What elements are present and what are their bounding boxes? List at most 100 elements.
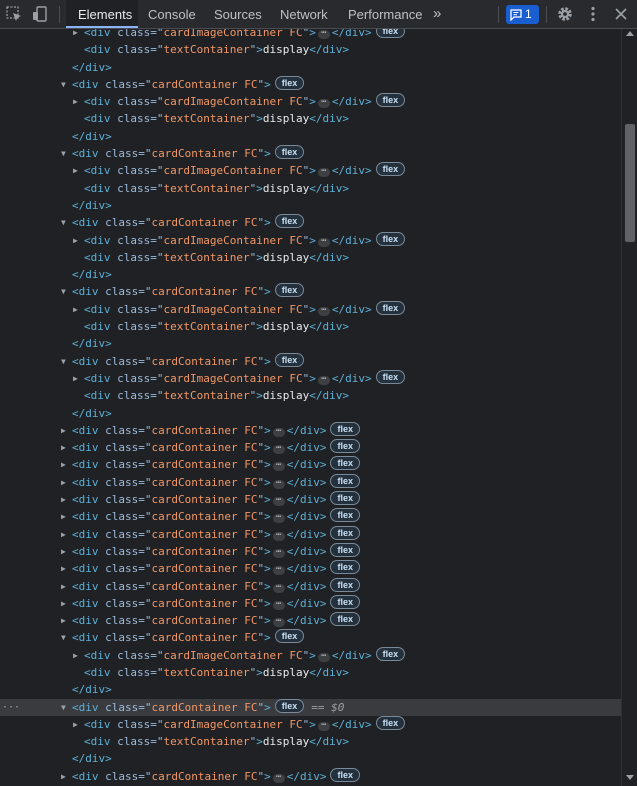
tab-elements[interactable]: Elements — [66, 0, 138, 28]
expand-arrow-icon[interactable]: ▶ — [73, 162, 84, 179]
tab-network[interactable]: Network — [280, 0, 328, 28]
flex-badge[interactable]: flex — [330, 525, 360, 540]
expand-arrow-icon[interactable]: ▶ — [61, 439, 72, 456]
flex-badge[interactable]: flex — [330, 439, 360, 454]
card-image-node-row[interactable]: ▶ <div class="cardImageContainer FC"> ⋯ </d… — [0, 646, 621, 664]
expand-arrow-icon[interactable]: ▶ — [61, 422, 72, 439]
collapsed-children-ellipsis[interactable]: ⋯ — [317, 98, 330, 109]
collapsed-children-ellipsis[interactable]: ⋯ — [272, 444, 285, 455]
collapsed-children-ellipsis[interactable]: ⋯ — [272, 426, 285, 437]
text-container-node-row[interactable]: <div class="textContainer">display</div> — [0, 41, 621, 58]
card-container-node-row[interactable]: ▶ <div class="cardContainer FC"> ⋯ </div> fl… — [0, 767, 621, 785]
collapse-arrow-icon[interactable]: ▼ — [61, 629, 72, 646]
card-container-node-row[interactable]: ▶ <div class="cardContainer FC"> ⋯ </div> fl… — [0, 577, 621, 595]
card-container-node-row[interactable]: ▼ <div class="cardContainer FC"> flex — [0, 145, 621, 162]
card-container-node-row[interactable]: ▼ <div class="cardContainer FC"> flex — [0, 283, 621, 300]
expand-arrow-icon[interactable]: ▶ — [73, 29, 84, 41]
collapsed-children-ellipsis[interactable]: ⋯ — [272, 513, 285, 524]
flex-badge[interactable]: flex — [375, 231, 406, 246]
flex-badge[interactable]: flex — [330, 491, 360, 506]
card-image-node-row[interactable]: ▶ <div class="cardImageContainer FC"> ⋯ </d… — [0, 93, 621, 110]
collapsed-children-ellipsis[interactable]: ⋯ — [272, 530, 285, 541]
collapsed-children-ellipsis[interactable]: ⋯ — [272, 547, 285, 558]
flex-badge[interactable]: flex — [330, 508, 360, 523]
expand-arrow-icon[interactable]: ▶ — [61, 474, 72, 491]
scrollbar-thumb[interactable] — [625, 124, 635, 242]
text-container-node-row[interactable]: <div class="textContainer">display</div> — [0, 387, 621, 404]
card-container-node-row[interactable]: ▶ <div class="cardContainer FC"> ⋯ </div> fl… — [0, 525, 621, 543]
card-container-node-row[interactable]: ▼ <div class="cardContainer FC"> flex — [0, 352, 621, 370]
flex-badge[interactable]: flex — [330, 542, 360, 557]
flex-badge[interactable]: flex — [330, 577, 360, 592]
collapse-arrow-icon[interactable]: ▼ — [61, 353, 72, 370]
card-container-node-row[interactable]: ▶ <div class="cardContainer FC"> ⋯ </div> fl… — [0, 473, 621, 491]
card-container-node-row[interactable]: ▼ <div class="cardContainer FC"> flex — [0, 75, 621, 93]
flex-badge[interactable]: flex — [274, 145, 305, 160]
issues-badge-button[interactable]: 1 — [506, 5, 539, 24]
flex-badge[interactable]: flex — [274, 214, 305, 229]
flex-badge[interactable]: flex — [330, 594, 360, 609]
kebab-menu-icon[interactable] — [584, 5, 602, 23]
card-container-node-row[interactable]: ▶ <div class="cardContainer FC"> ⋯ </div> fl… — [0, 594, 621, 612]
expand-arrow-icon[interactable]: ▶ — [61, 456, 72, 473]
device-toolbar-icon[interactable] — [31, 5, 49, 23]
closing-tag-row[interactable]: </div> — [0, 681, 621, 698]
collapsed-children-ellipsis[interactable]: ⋯ — [317, 305, 330, 316]
collapse-arrow-icon[interactable]: ▼ — [61, 145, 72, 162]
collapsed-children-ellipsis[interactable]: ⋯ — [272, 496, 285, 507]
closing-tag-row[interactable]: </div> — [0, 197, 621, 214]
expand-arrow-icon[interactable]: ▶ — [61, 508, 72, 525]
text-container-node-row[interactable]: <div class="textContainer">display</div> — [0, 664, 621, 681]
card-image-node-row[interactable]: ▶ <div class="cardImageContainer FC"> ⋯ </d… — [0, 715, 621, 733]
collapse-arrow-icon[interactable]: ▼ — [61, 699, 72, 716]
expand-arrow-icon[interactable]: ▶ — [73, 232, 84, 249]
closing-tag-row[interactable]: </div> — [0, 750, 621, 767]
collapsed-children-ellipsis[interactable]: ⋯ — [317, 720, 330, 731]
flex-badge[interactable]: flex — [330, 456, 360, 471]
closing-tag-row[interactable]: </div> — [0, 335, 621, 352]
card-container-node-row[interactable]: ▼ <div class="cardContainer FC"> flex — [0, 214, 621, 231]
scroll-down-arrow-icon[interactable] — [626, 775, 634, 780]
closing-tag-row[interactable]: </div> — [0, 266, 621, 283]
closing-tag-row[interactable]: </div> — [0, 405, 621, 422]
flex-badge[interactable]: flex — [375, 715, 406, 730]
flex-badge[interactable]: flex — [330, 612, 360, 627]
collapsed-children-ellipsis[interactable]: ⋯ — [272, 582, 285, 593]
flex-badge[interactable]: flex — [330, 473, 360, 488]
collapse-arrow-icon[interactable]: ▼ — [61, 214, 72, 231]
text-container-node-row[interactable]: <div class="textContainer">display</div> — [0, 249, 621, 266]
expand-arrow-icon[interactable]: ▶ — [73, 716, 84, 733]
expand-arrow-icon[interactable]: ▶ — [73, 647, 84, 664]
collapsed-children-ellipsis[interactable]: ⋯ — [272, 599, 285, 610]
close-icon[interactable] — [612, 5, 630, 23]
flex-badge[interactable]: flex — [330, 560, 360, 575]
tab-sources[interactable]: Sources — [214, 0, 262, 28]
card-image-node-row[interactable]: ▶ <div class="cardImageContainer FC"> ⋯ </d… — [0, 231, 621, 249]
more-tabs-button[interactable]: » — [433, 0, 441, 28]
collapsed-children-ellipsis[interactable]: ⋯ — [317, 374, 330, 385]
collapsed-children-ellipsis[interactable]: ⋯ — [317, 651, 330, 662]
collapsed-children-ellipsis[interactable]: ⋯ — [317, 29, 330, 39]
flex-badge[interactable]: flex — [274, 283, 305, 298]
flex-badge[interactable]: flex — [375, 93, 406, 108]
expand-arrow-icon[interactable]: ▶ — [73, 301, 84, 318]
flex-badge[interactable]: flex — [274, 75, 305, 90]
expand-arrow-icon[interactable]: ▶ — [61, 578, 72, 595]
tab-console[interactable]: Console — [148, 0, 196, 28]
tab-performance[interactable]: Performance — [348, 0, 422, 28]
expand-arrow-icon[interactable]: ▶ — [61, 612, 72, 629]
card-image-node-row[interactable]: ▶ <div class="cardImageContainer FC"> ⋯ </d… — [0, 300, 621, 318]
card-container-node-row[interactable]: ▼ <div class="cardContainer FC"> flex — [0, 629, 621, 646]
expand-arrow-icon[interactable]: ▶ — [61, 768, 72, 785]
collapsed-children-ellipsis[interactable]: ⋯ — [272, 478, 285, 489]
closing-tag-row[interactable]: </div> — [0, 128, 621, 145]
collapsed-children-ellipsis[interactable]: ⋯ — [317, 236, 330, 247]
selected-card-container-node-row[interactable]: ··· ▼ <div class="cardContainer FC"> flex ==… — [0, 698, 621, 716]
elements-tree[interactable]: ▶ <div class="cardImageContainer FC"> ⋯ </d… — [0, 29, 621, 786]
flex-badge[interactable]: flex — [375, 369, 406, 384]
flex-badge[interactable]: flex — [330, 421, 360, 436]
closing-tag-row[interactable]: </div> — [0, 59, 621, 76]
flex-badge[interactable]: flex — [330, 767, 360, 782]
collapsed-children-ellipsis[interactable]: ⋯ — [317, 167, 330, 178]
flex-badge[interactable]: flex — [375, 162, 406, 177]
